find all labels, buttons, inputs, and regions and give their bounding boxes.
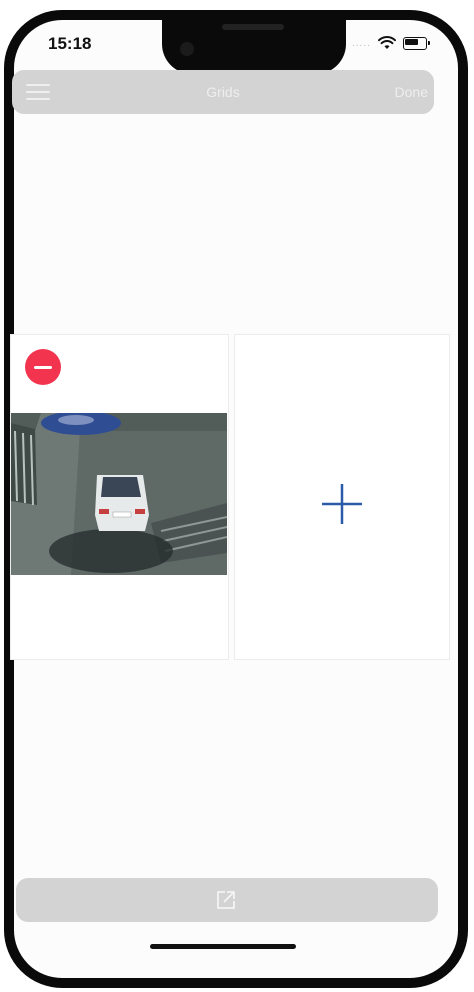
minus-icon xyxy=(34,365,52,369)
bottom-toolbar xyxy=(16,878,438,922)
nav-bar: Grids Done xyxy=(12,70,434,114)
wifi-icon xyxy=(377,36,396,49)
remove-button[interactable] xyxy=(25,349,61,385)
camera-thumbnail[interactable] xyxy=(11,413,227,575)
speaker xyxy=(222,24,284,30)
front-camera xyxy=(180,42,194,56)
status-indicators: ..... xyxy=(352,36,430,50)
done-button[interactable]: Done xyxy=(395,84,428,100)
page-title: Grids xyxy=(206,84,240,100)
notch xyxy=(162,20,346,74)
share-icon[interactable] xyxy=(214,888,238,912)
grid-cell-empty[interactable] xyxy=(234,334,450,660)
home-indicator xyxy=(150,944,296,949)
grid-cell-camera[interactable] xyxy=(10,334,229,660)
plus-icon[interactable] xyxy=(320,482,364,526)
battery-icon xyxy=(402,36,430,50)
status-time: 15:18 xyxy=(48,34,92,53)
signal-icon: ..... xyxy=(352,37,371,49)
